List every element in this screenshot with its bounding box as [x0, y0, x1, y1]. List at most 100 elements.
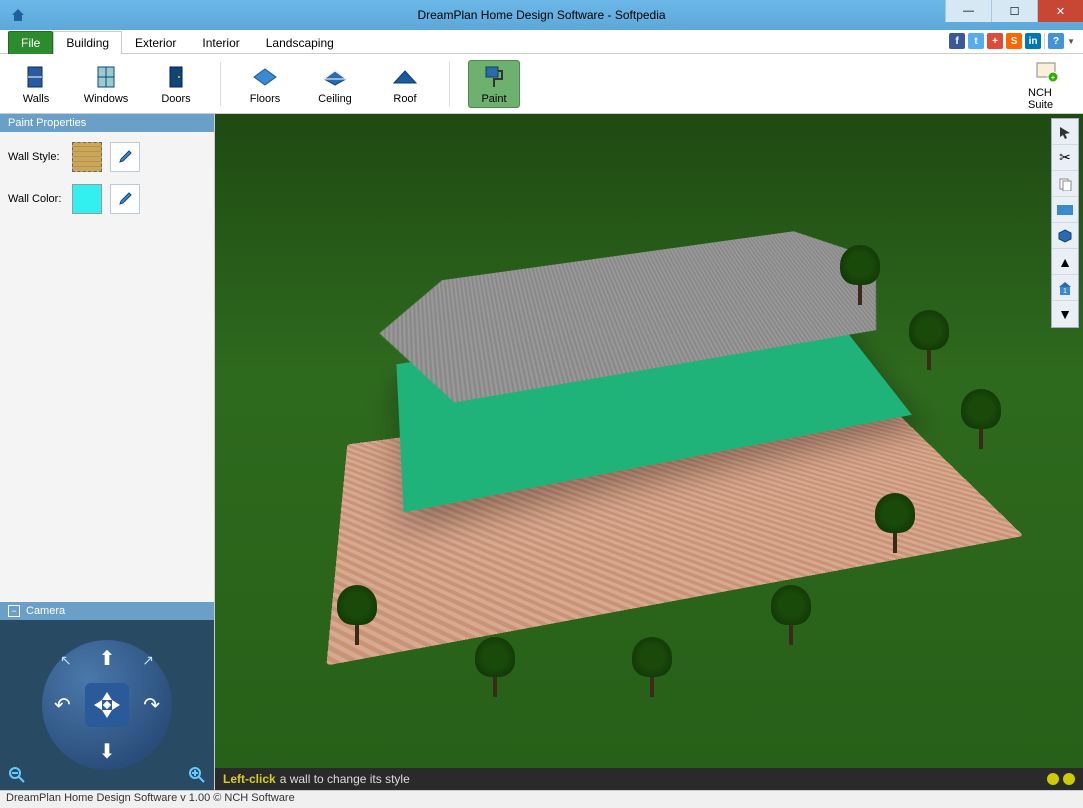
tree — [475, 637, 515, 697]
tab-interior[interactable]: Interior — [189, 31, 252, 54]
google-plus-icon[interactable]: + — [987, 33, 1003, 49]
camera-title: Camera — [26, 605, 65, 617]
tree — [961, 389, 1001, 449]
pointer-tool-button[interactable] — [1052, 119, 1078, 145]
svg-text:+: + — [1051, 73, 1056, 82]
help-icon[interactable]: ? — [1048, 33, 1064, 49]
hint-zoom-in-icon[interactable] — [1047, 773, 1059, 785]
maximize-button[interactable]: ☐ — [991, 0, 1037, 22]
camera-move-pad[interactable] — [85, 683, 129, 727]
file-tab[interactable]: File — [8, 31, 53, 54]
floors-label: Floors — [250, 93, 281, 105]
story-down-button[interactable]: ▼ — [1052, 301, 1078, 327]
walls-tool[interactable]: Walls — [10, 60, 62, 108]
camera-pan-down[interactable]: ⬇ — [99, 739, 116, 764]
social-divider — [1044, 33, 1045, 49]
facebook-icon[interactable]: f — [949, 33, 965, 49]
tree — [875, 493, 915, 553]
walls-label: Walls — [23, 93, 49, 105]
hint-text: a wall to change its style — [280, 772, 410, 786]
camera-panel-header: − Camera — [0, 602, 214, 620]
sidebar-spacer — [0, 236, 214, 602]
paint-tool[interactable]: Paint — [468, 60, 520, 108]
wall-color-swatch[interactable] — [72, 184, 102, 214]
hint-bar: Left-click a wall to change its style — [215, 768, 1083, 790]
ribbon-toolbar: Walls Windows Doors Floors Ceiling Roof … — [0, 54, 1083, 114]
tab-landscaping[interactable]: Landscaping — [253, 31, 347, 54]
cut-button[interactable]: ✂ — [1052, 145, 1078, 171]
twitter-icon[interactable]: t — [968, 33, 984, 49]
minimize-button[interactable]: — — [945, 0, 991, 22]
camera-tilt-upright[interactable]: ↗ — [142, 652, 154, 669]
zoom-out-button[interactable] — [6, 764, 28, 786]
paint-label: Paint — [481, 93, 506, 105]
camera-tilt-upleft[interactable]: ↖ — [60, 652, 72, 669]
windows-label: Windows — [84, 93, 129, 105]
window-title: DreamPlan Home Design Software - Softped… — [0, 8, 1083, 22]
status-bar: DreamPlan Home Design Software v 1.00 © … — [0, 790, 1083, 808]
tree — [909, 310, 949, 370]
wall-style-label: Wall Style: — [8, 151, 72, 163]
copy-button[interactable] — [1052, 171, 1078, 197]
doors-tool[interactable]: Doors — [150, 60, 202, 108]
tree — [632, 637, 672, 697]
floors-tool[interactable]: Floors — [239, 60, 291, 108]
help-dropdown-icon[interactable]: ▼ — [1067, 37, 1075, 46]
toolbar-divider-2 — [449, 62, 450, 106]
wall-style-row: Wall Style: — [8, 142, 206, 172]
app-home-icon[interactable] — [6, 3, 30, 27]
floors-icon — [251, 63, 279, 91]
roof-label: Roof — [393, 93, 416, 105]
story-indicator[interactable]: 1 — [1052, 275, 1078, 301]
close-button[interactable]: ✕ — [1037, 0, 1083, 22]
wall-color-row: Wall Color: — [8, 184, 206, 214]
window-buttons: — ☐ ✕ — [945, 0, 1083, 22]
hint-highlight: Left-click — [223, 772, 276, 786]
camera-rotate-left[interactable]: ↶ — [54, 693, 71, 718]
doors-label: Doors — [161, 93, 190, 105]
3d-view-button[interactable] — [1052, 223, 1078, 249]
properties-title: Paint Properties — [8, 117, 86, 129]
camera-rotate-right[interactable]: ↷ — [143, 693, 160, 718]
linkedin-icon[interactable]: in — [1025, 33, 1041, 49]
tab-building[interactable]: Building — [53, 31, 122, 54]
viewport-toolbar: ✂ ▲ 1 ▼ — [1051, 118, 1079, 328]
status-text: DreamPlan Home Design Software v 1.00 © … — [6, 792, 295, 804]
camera-dial: ⬆ ⬇ ↶ ↷ ↖ ↗ — [42, 640, 172, 770]
social-icons: f t + S in ? ▼ — [949, 33, 1075, 49]
hint-zoom-icons — [1047, 773, 1075, 785]
3d-viewport[interactable]: ✂ ▲ 1 ▼ — [215, 114, 1083, 768]
story-up-button[interactable]: ▲ — [1052, 249, 1078, 275]
paint-icon — [480, 63, 508, 91]
nch-suite-label: NCH Suite — [1028, 87, 1066, 111]
windows-icon — [92, 63, 120, 91]
toolbar-divider-1 — [220, 62, 221, 106]
ceiling-icon — [321, 63, 349, 91]
walls-icon — [22, 63, 50, 91]
roof-tool[interactable]: Roof — [379, 60, 431, 108]
wall-view-button[interactable] — [1052, 197, 1078, 223]
camera-control: ⬆ ⬇ ↶ ↷ ↖ ↗ — [0, 620, 214, 790]
ribbon-tabstrip: File Building Exterior Interior Landscap… — [0, 30, 1083, 54]
eyedropper-icon — [117, 191, 133, 207]
properties-panel-header: Paint Properties — [0, 114, 214, 132]
hint-zoom-out-icon[interactable] — [1063, 773, 1075, 785]
camera-pan-up[interactable]: ⬆ — [99, 646, 116, 671]
wall-color-eyedropper[interactable] — [110, 184, 140, 214]
wall-style-swatch[interactable] — [72, 142, 102, 172]
zoom-in-button[interactable] — [186, 764, 208, 786]
titlebar: DreamPlan Home Design Software - Softped… — [0, 0, 1083, 30]
nch-suite-button[interactable]: + NCH Suite — [1021, 54, 1073, 114]
ceiling-label: Ceiling — [318, 93, 352, 105]
wall-style-eyedropper[interactable] — [110, 142, 140, 172]
nch-suite-icon: + — [1033, 57, 1061, 85]
tab-exterior[interactable]: Exterior — [122, 31, 189, 54]
stumbleupon-icon[interactable]: S — [1006, 33, 1022, 49]
camera-collapse-button[interactable]: − — [8, 605, 20, 617]
windows-tool[interactable]: Windows — [80, 60, 132, 108]
wall-color-label: Wall Color: — [8, 193, 72, 205]
tree — [840, 245, 880, 305]
viewport-container: ✂ ▲ 1 ▼ Left-click a wall to change its … — [215, 114, 1083, 790]
ceiling-tool[interactable]: Ceiling — [309, 60, 361, 108]
tree — [771, 585, 811, 645]
